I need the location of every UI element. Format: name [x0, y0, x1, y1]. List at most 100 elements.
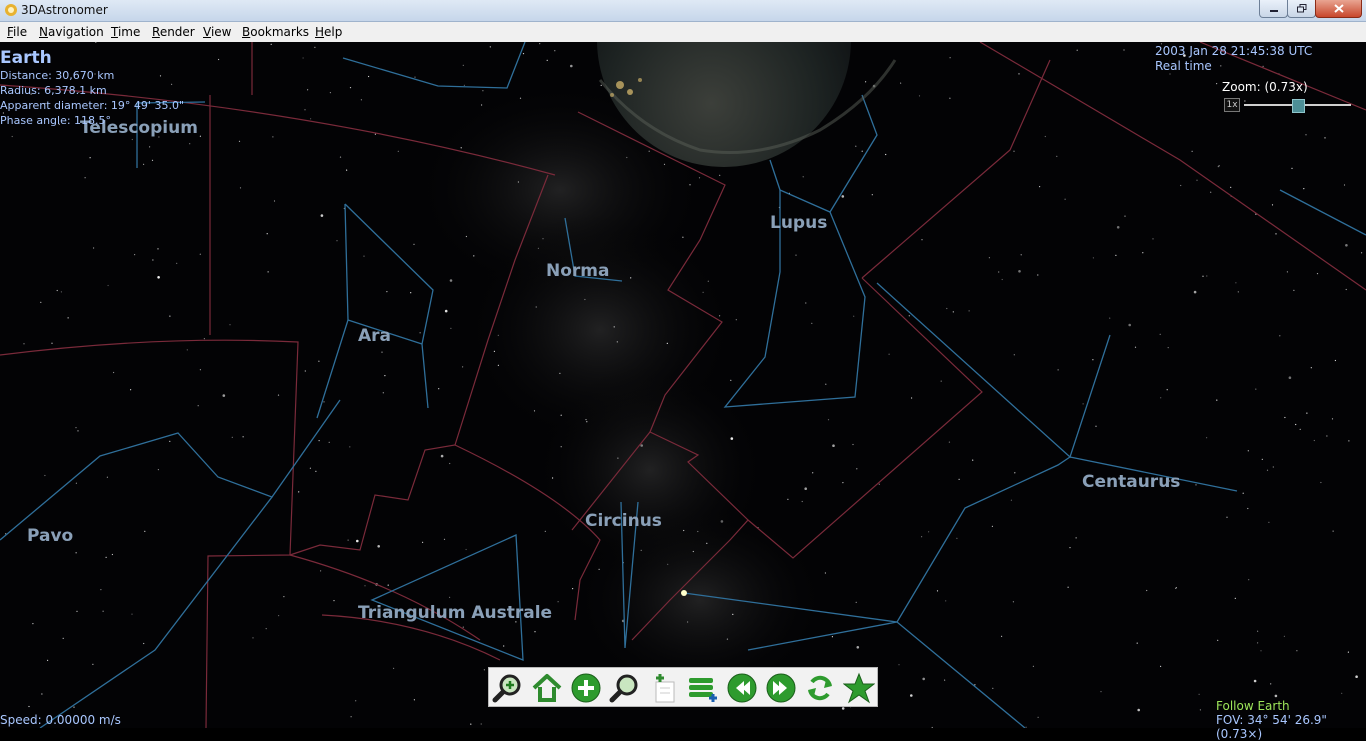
star: [350, 716, 352, 718]
star: [106, 476, 108, 478]
add-button[interactable]: [569, 671, 603, 705]
star: [683, 529, 685, 532]
star: [697, 530, 699, 533]
star: [93, 247, 95, 249]
star: [272, 136, 274, 138]
refresh-button[interactable]: [803, 671, 837, 705]
star: [273, 200, 276, 202]
menu-file[interactable]: File: [7, 25, 27, 39]
star: [1191, 150, 1193, 152]
star: [1293, 289, 1295, 291]
zoom-reset-button[interactable]: 1x: [1224, 98, 1240, 112]
menu-time[interactable]: Time: [111, 25, 140, 39]
star: [698, 177, 701, 179]
rewind-button[interactable]: [725, 671, 759, 705]
add-bookmark-button[interactable]: [647, 671, 681, 705]
menu-view[interactable]: View: [203, 25, 231, 39]
star: [1270, 683, 1272, 685]
star: [100, 589, 102, 591]
view-status: Follow Earth FOV: 34° 54' 26.9" (0.73×): [1216, 699, 1366, 741]
menu-bookmarks[interactable]: Bookmarks: [242, 25, 309, 39]
zoom-label: Zoom: (0.73x): [1222, 80, 1308, 94]
star: [831, 636, 834, 638]
star: [438, 388, 440, 390]
star: [450, 327, 452, 329]
star: [898, 664, 900, 666]
star: [1341, 692, 1343, 694]
maximize-button[interactable]: [1287, 0, 1316, 18]
star: [1064, 198, 1066, 200]
zoom-out-button[interactable]: [608, 671, 642, 705]
star: [1020, 254, 1022, 256]
menu-help[interactable]: Help: [315, 25, 342, 39]
star: [1175, 587, 1177, 589]
star: [1248, 579, 1250, 581]
star: [804, 487, 807, 491]
star: [1348, 440, 1350, 442]
star: [463, 84, 465, 86]
star: [812, 472, 814, 474]
menu-render[interactable]: Render: [152, 25, 195, 39]
sky-view[interactable]: Telescopium Norma Lupus Ara Centaurus Pa…: [0, 42, 1366, 728]
star: [1193, 290, 1197, 294]
layers-button[interactable]: [686, 671, 720, 705]
star: [824, 572, 827, 574]
star: [131, 138, 133, 141]
star: [663, 163, 666, 165]
highlighted-star[interactable]: [681, 590, 687, 596]
star: [1261, 458, 1263, 460]
star: [732, 613, 734, 616]
fast-forward-button[interactable]: [764, 671, 798, 705]
star: [702, 291, 704, 293]
star: [1202, 275, 1204, 277]
star: [222, 394, 226, 397]
star: [1303, 188, 1305, 190]
minimize-button[interactable]: [1259, 0, 1288, 18]
star: [1316, 273, 1319, 275]
star: [1092, 257, 1094, 259]
star: [861, 150, 863, 152]
star: [347, 539, 349, 541]
object-distance: Distance: 30,670 km: [0, 69, 115, 82]
star: [922, 677, 925, 681]
star: [176, 262, 178, 264]
star: [719, 174, 721, 176]
star: [377, 545, 381, 548]
zoom-in-button[interactable]: [491, 671, 525, 705]
star: [92, 663, 94, 665]
zoom-slider-thumb[interactable]: [1291, 99, 1305, 113]
star: [75, 552, 77, 554]
favorite-button[interactable]: [842, 671, 876, 705]
close-button[interactable]: [1315, 0, 1362, 18]
window-title: 3DAstronomer: [21, 3, 108, 17]
star: [1018, 270, 1021, 273]
star: [856, 646, 860, 649]
star: [483, 669, 485, 671]
star: [1195, 484, 1197, 486]
star: [572, 588, 574, 590]
star: [853, 315, 855, 317]
bottom-toolbar: [488, 667, 878, 707]
object-info-panel: Earth Distance: 30,670 km Radius: 6,378.…: [0, 48, 184, 128]
star: [795, 254, 797, 256]
star: [544, 530, 546, 533]
home-button[interactable]: [530, 671, 564, 705]
star: [1056, 155, 1058, 157]
star: [613, 326, 615, 328]
menu-navigation[interactable]: Navigation: [39, 25, 104, 39]
star: [1100, 691, 1102, 693]
star: [149, 146, 151, 148]
star: [888, 353, 890, 355]
star: [626, 156, 628, 159]
star: [1226, 516, 1228, 518]
star: [1010, 499, 1013, 501]
layers-add-icon: [689, 678, 717, 702]
star: [719, 315, 721, 317]
star: [462, 626, 464, 628]
star: [197, 405, 199, 407]
star: [1142, 252, 1144, 254]
star: [560, 414, 562, 416]
star: [1039, 186, 1041, 188]
star-icon: [843, 672, 875, 704]
star: [410, 292, 412, 294]
